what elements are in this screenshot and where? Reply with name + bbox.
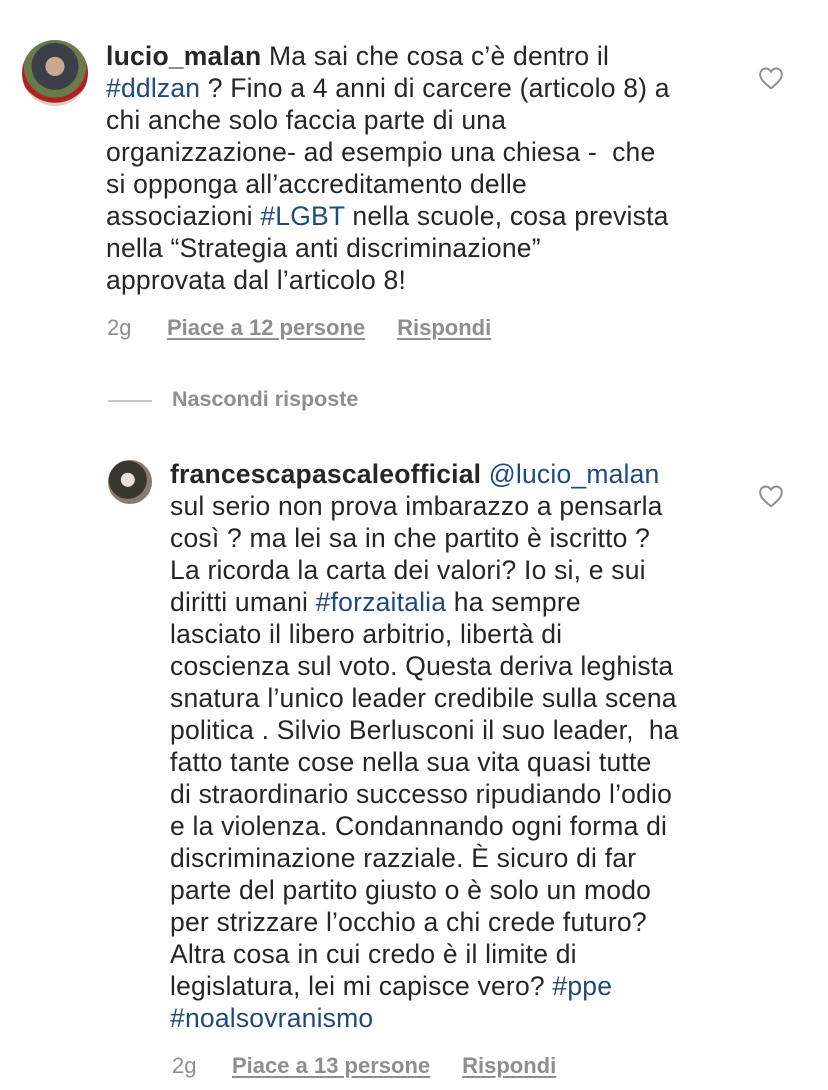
comment-reply-button[interactable]: Rispondi (397, 315, 491, 341)
comment-likes-link[interactable]: Piace a 12 persone (167, 315, 365, 341)
comment-body-text: ha sempre lasciato il libero arbitrio, l… (170, 587, 679, 1001)
reply-reply-button[interactable]: Rispondi (462, 1053, 556, 1079)
reply-meta: 2g Piace a 13 persone Rispondi (172, 1053, 556, 1079)
comment-body-text: Ma sai che cosa c’è dentro il (268, 41, 610, 71)
reply-username[interactable]: francescapascaleofficial (170, 459, 481, 489)
hide-replies-button[interactable]: Nascondi risposte (172, 387, 358, 412)
hashtag-link[interactable]: #forzaitalia (316, 587, 447, 617)
like-heart-icon[interactable] (758, 484, 784, 508)
reply-time: 2g (172, 1053, 197, 1078)
like-heart-icon[interactable] (758, 66, 784, 90)
reply-text: francescapascaleofficial @lucio_malan su… (170, 458, 730, 1034)
comment-time: 2g (107, 315, 132, 340)
hashtag-link[interactable]: @lucio_malan (489, 459, 660, 489)
comment-body-text (481, 459, 489, 489)
avatar-lucio-malan[interactable] (22, 40, 88, 106)
reply-likes-link[interactable]: Piace a 13 persone (232, 1053, 430, 1079)
hashtag-link[interactable]: #noalsovranismo (170, 1003, 373, 1033)
comment-username[interactable]: lucio_malan (106, 41, 261, 71)
hashtag-link[interactable]: #ddlzan (106, 73, 200, 103)
replies-divider (108, 400, 152, 402)
comment-text: lucio_malan Ma sai che cosa c’è dentro i… (106, 40, 746, 296)
avatar-francescapascaleofficial[interactable] (108, 460, 152, 504)
comment-meta: 2g Piace a 12 persone Rispondi (107, 315, 491, 341)
hashtag-link[interactable]: #ppe (552, 971, 612, 1001)
hashtag-link[interactable]: #LGBT (260, 201, 344, 231)
